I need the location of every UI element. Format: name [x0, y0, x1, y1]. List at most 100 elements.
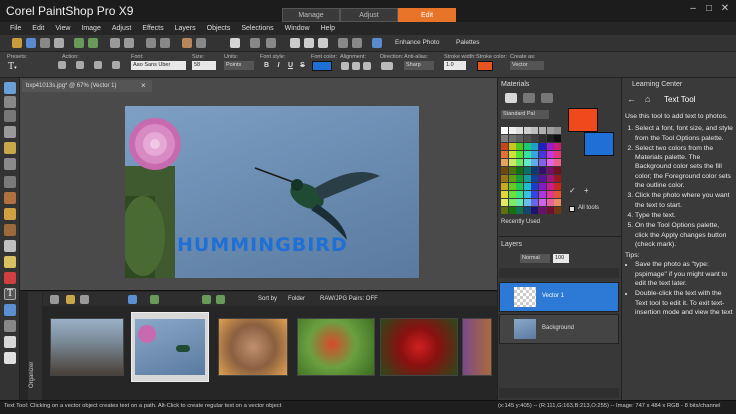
close-button[interactable]: ✕: [718, 3, 732, 15]
tab-adjust[interactable]: Adjust: [340, 8, 398, 22]
tags-icon[interactable]: [66, 295, 75, 304]
direction-icon[interactable]: [381, 62, 393, 70]
color-swatch[interactable]: [501, 175, 508, 182]
color-swatch[interactable]: [546, 159, 554, 166]
color-swatch[interactable]: [554, 183, 562, 190]
screen-icon[interactable]: [352, 38, 362, 48]
color-swatch[interactable]: [501, 151, 508, 158]
background-color-swatch[interactable]: [584, 132, 614, 156]
text-tool-preset-icon[interactable]: T▾: [8, 61, 24, 72]
resize-icon[interactable]: [160, 38, 170, 48]
zoom-out-icon[interactable]: [304, 38, 314, 48]
red-eye-tool-icon[interactable]: [4, 176, 16, 188]
color-swatch[interactable]: [516, 135, 524, 142]
color-swatch[interactable]: [501, 159, 508, 166]
color-swatch[interactable]: [554, 143, 562, 150]
menu-effects[interactable]: Effects: [142, 25, 163, 32]
color-swatch[interactable]: [546, 207, 554, 214]
color-swatch[interactable]: [501, 183, 508, 190]
color-swatch[interactable]: [554, 207, 562, 214]
align-left-icon[interactable]: [341, 62, 349, 70]
stroke-color-swatch[interactable]: [477, 61, 493, 71]
back-arrow-icon[interactable]: ←: [627, 94, 636, 104]
color-swatch[interactable]: [501, 135, 508, 142]
color-swatch[interactable]: [531, 151, 539, 158]
color-swatch[interactable]: [523, 159, 531, 166]
edit-icon[interactable]: [80, 295, 89, 304]
all-tools-checkbox[interactable]: [569, 206, 575, 212]
color-swatch[interactable]: [516, 167, 524, 174]
save-as-icon[interactable]: [40, 38, 50, 48]
thumbnail-partial[interactable]: [462, 318, 492, 376]
font-color-swatch[interactable]: [312, 61, 332, 71]
color-swatch[interactable]: [508, 127, 516, 134]
minimize-button[interactable]: –: [686, 3, 700, 15]
color-swatch[interactable]: [501, 143, 508, 150]
undo-icon[interactable]: [74, 38, 84, 48]
color-swatch[interactable]: [516, 191, 524, 198]
selection-tool-icon[interactable]: [4, 110, 16, 122]
palette-select[interactable]: Standard Pal: [501, 110, 549, 119]
color-swatch[interactable]: [516, 183, 524, 190]
color-swatch[interactable]: [554, 199, 562, 206]
folder-select[interactable]: Folder: [288, 296, 305, 302]
zoom-100-icon[interactable]: [318, 38, 328, 48]
color-swatch[interactable]: [523, 135, 531, 142]
color-swatch[interactable]: [523, 199, 531, 206]
color-swatch[interactable]: [508, 135, 516, 142]
color-swatch[interactable]: [539, 143, 546, 150]
save-icon[interactable]: [26, 38, 36, 48]
color-swatch[interactable]: [501, 167, 508, 174]
document-image[interactable]: HUMMINGBIRD: [125, 106, 419, 278]
zoom-in-icon[interactable]: [290, 38, 300, 48]
action-icon-3[interactable]: [94, 61, 102, 69]
layer-icon[interactable]: [182, 38, 192, 48]
color-swatch[interactable]: [539, 175, 546, 182]
font-select[interactable]: Aao Sans Uber: [131, 61, 186, 70]
size-field[interactable]: 58: [192, 61, 216, 70]
menu-adjust[interactable]: Adjust: [112, 25, 131, 32]
paste-icon[interactable]: [124, 38, 134, 48]
color-swatch[interactable]: [554, 135, 562, 142]
color-swatch[interactable]: [516, 207, 524, 214]
fill-tool-icon[interactable]: [4, 256, 16, 268]
show-grid-icon[interactable]: [230, 38, 240, 48]
menu-selections[interactable]: Selections: [241, 25, 273, 32]
color-swatch[interactable]: [546, 167, 554, 174]
color-swatch[interactable]: [523, 183, 531, 190]
pen-tool-icon[interactable]: [4, 320, 16, 332]
color-swatch[interactable]: [539, 207, 546, 214]
check-icon[interactable]: ✓: [569, 186, 579, 196]
move-tool-icon[interactable]: [4, 96, 16, 108]
align-right-icon[interactable]: [363, 62, 371, 70]
shape-tool-icon[interactable]: [4, 304, 16, 316]
color-swatch[interactable]: [539, 167, 546, 174]
italic-button[interactable]: I: [274, 61, 283, 70]
color-swatch[interactable]: [539, 199, 546, 206]
menu-image[interactable]: Image: [81, 25, 100, 32]
color-swatch[interactable]: [501, 199, 508, 206]
menu-view[interactable]: View: [55, 25, 70, 32]
swatches-tab-icon[interactable]: [505, 93, 517, 103]
menu-window[interactable]: Window: [285, 25, 310, 32]
color-swatch[interactable]: [554, 167, 562, 174]
layer-row-vector-1[interactable]: Vector 1: [499, 282, 619, 312]
maximize-button[interactable]: □: [702, 3, 716, 15]
tab-edit[interactable]: Edit: [398, 8, 456, 22]
color-swatch[interactable]: [531, 143, 539, 150]
color-wheel-tab-icon[interactable]: [541, 93, 553, 103]
paint-brush-icon[interactable]: [4, 208, 16, 220]
blend-mode-select[interactable]: Normal: [520, 254, 550, 263]
color-swatch[interactable]: [546, 135, 554, 142]
rotate-right-icon[interactable]: [216, 295, 225, 304]
color-swatch[interactable]: [501, 191, 508, 198]
color-swatch[interactable]: [508, 159, 516, 166]
copy-icon[interactable]: [110, 38, 120, 48]
color-swatch[interactable]: [539, 135, 546, 142]
color-swatch[interactable]: [516, 159, 524, 166]
view-icon[interactable]: [372, 38, 382, 48]
menu-file[interactable]: File: [10, 25, 21, 32]
color-swatch[interactable]: [523, 143, 531, 150]
plus-icon[interactable]: +: [584, 186, 594, 196]
eraser-tool-icon[interactable]: [4, 240, 16, 252]
